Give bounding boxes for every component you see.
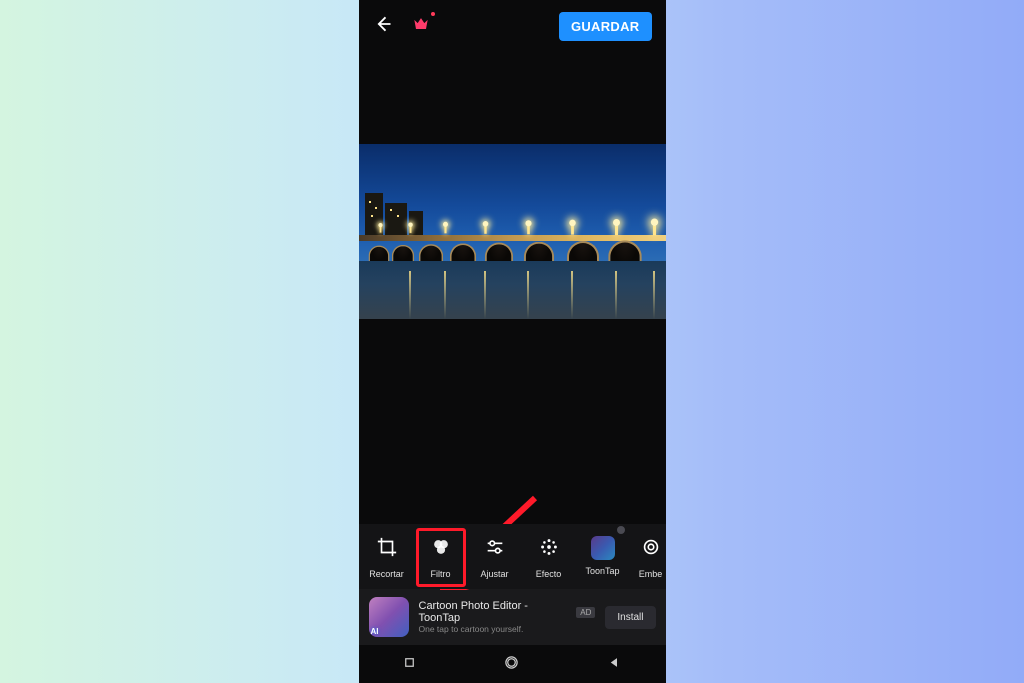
image-canvas[interactable] (359, 49, 666, 524)
tool-label: Recortar (369, 569, 404, 579)
ad-thumbnail: AI (369, 597, 409, 637)
tool-filtro[interactable]: Filtro (415, 530, 467, 585)
tool-embellecer[interactable]: Embe (631, 530, 671, 585)
notification-dot-icon (431, 12, 435, 16)
ad-title: Cartoon Photo Editor - ToonTap (419, 600, 571, 624)
tool-efecto[interactable]: Efecto (523, 530, 575, 585)
tool-label: Embe (639, 569, 663, 579)
top-bar: GUARDAR (359, 0, 666, 49)
back-icon[interactable] (373, 14, 393, 39)
ad-text: Cartoon Photo Editor - ToonTap AD One ta… (419, 600, 596, 634)
tool-bar: Recortar Filtro Ajustar Efecto ToonTap E… (359, 524, 666, 589)
android-navbar (359, 645, 666, 683)
ad-badge: AD (576, 607, 595, 618)
notification-badge-icon (617, 526, 625, 534)
filter-icon (430, 536, 452, 563)
tool-label: Ajustar (480, 569, 508, 579)
save-button[interactable]: GUARDAR (559, 12, 652, 41)
adjust-icon (484, 536, 506, 563)
crop-icon (376, 536, 398, 563)
tool-toontap[interactable]: ToonTap (577, 530, 629, 585)
edited-photo (359, 144, 666, 319)
tool-ajustar[interactable]: Ajustar (469, 530, 521, 585)
premium-crown-icon[interactable] (411, 14, 431, 39)
nav-back-icon[interactable] (607, 655, 622, 675)
nav-recent-icon[interactable] (402, 655, 417, 675)
tool-label: Filtro (431, 569, 451, 579)
nav-home-icon[interactable] (504, 655, 519, 675)
tool-label: Efecto (536, 569, 562, 579)
install-button[interactable]: Install (605, 606, 655, 629)
top-bar-left (373, 14, 431, 39)
blur-icon (640, 536, 662, 563)
ai-badge: AI (371, 627, 379, 636)
effect-icon (538, 536, 560, 563)
phone-screen: GUARDAR (359, 0, 666, 683)
ad-banner[interactable]: AI Cartoon Photo Editor - ToonTap AD One… (359, 589, 666, 645)
tool-label: ToonTap (585, 566, 619, 576)
ad-subtitle: One tap to cartoon yourself. (419, 624, 596, 634)
toontap-icon (591, 536, 615, 560)
tool-recortar[interactable]: Recortar (361, 530, 413, 585)
